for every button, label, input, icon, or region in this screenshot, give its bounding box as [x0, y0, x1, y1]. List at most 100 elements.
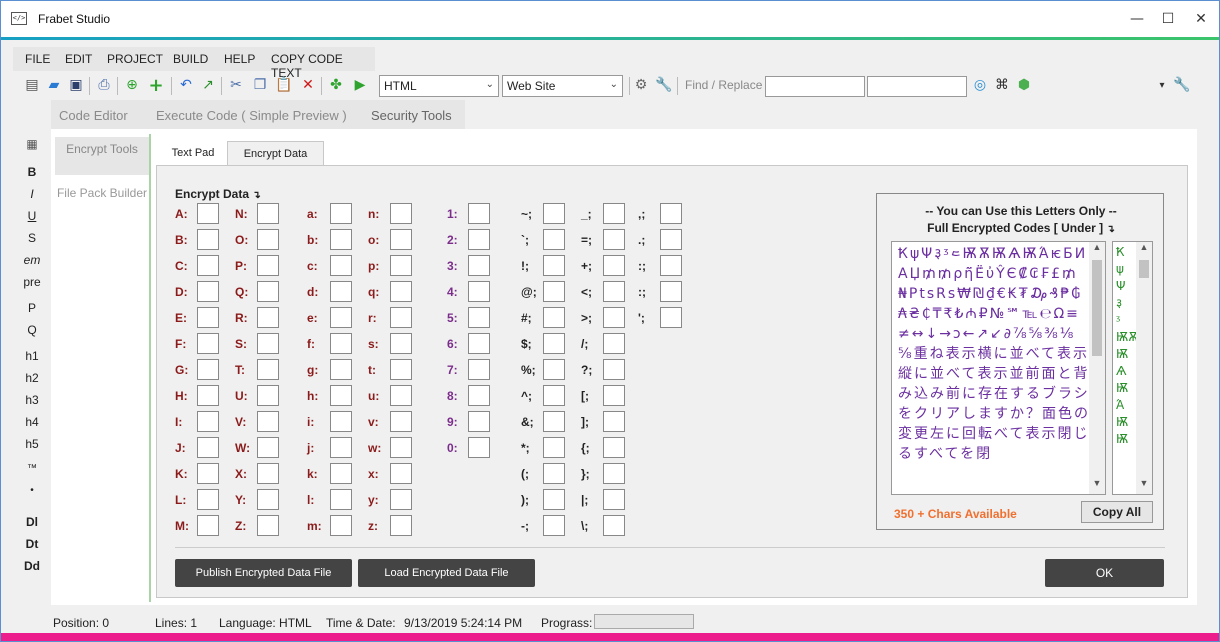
encrypt-input[interactable] — [543, 307, 565, 328]
target-icon[interactable]: ◎ — [971, 76, 989, 94]
open-folder-icon[interactable]: ▰ — [45, 76, 63, 94]
encrypt-input[interactable] — [197, 281, 219, 302]
chars-list[interactable]: Ҟψ Ψ ३ ᶾ ѬѪ Ѭ Ѧ Ѭ Ά Ѭ Ѭ ▲ ▼ — [1112, 241, 1153, 495]
encrypt-input[interactable] — [390, 307, 412, 328]
encrypt-input[interactable] — [543, 515, 565, 536]
encrypt-input[interactable] — [257, 489, 279, 510]
encrypt-input[interactable] — [257, 333, 279, 354]
wrench-icon[interactable]: 🔧 — [655, 76, 673, 94]
encrypt-input[interactable] — [603, 515, 625, 536]
encrypt-input[interactable] — [330, 229, 352, 250]
encrypt-input[interactable] — [468, 385, 490, 406]
encrypted-chars-box[interactable]: ҞψΨ३ᶾ᱄ѬѪѬѦѬΆѥБИАЏ₥₥ρῆ̈Ё̇ὐŶЄ₡₢₣£₥₦PtsRs₩₪… — [891, 241, 1106, 495]
paste-icon[interactable]: 📋 — [275, 76, 293, 94]
encrypt-input[interactable] — [330, 437, 352, 458]
encrypt-input[interactable] — [390, 463, 412, 484]
italic-tool[interactable]: I — [13, 187, 51, 201]
binoculars-icon[interactable]: ⌘ — [993, 76, 1011, 94]
list-item[interactable]: Ѭ — [1113, 346, 1137, 363]
scroll-down-icon[interactable]: ▼ — [1136, 478, 1152, 494]
encrypt-input[interactable] — [468, 333, 490, 354]
encrypt-input[interactable] — [543, 437, 565, 458]
load-button[interactable]: Load Encrypted Data File — [358, 559, 535, 587]
encrypt-input[interactable] — [543, 281, 565, 302]
h2-tool[interactable]: h2 — [13, 371, 51, 385]
encrypt-input[interactable] — [390, 203, 412, 224]
encrypt-input[interactable] — [468, 307, 490, 328]
h5-tool[interactable]: h5 — [13, 437, 51, 451]
trademark-tool[interactable]: ™ — [13, 463, 51, 474]
tab-code-editor[interactable]: Code Editor — [59, 108, 128, 123]
encrypt-input[interactable] — [390, 359, 412, 380]
encrypt-input[interactable] — [660, 307, 682, 328]
list-item[interactable]: Ѧ — [1113, 363, 1137, 380]
cut-icon[interactable]: ✂ — [227, 76, 245, 94]
encrypt-input[interactable] — [330, 359, 352, 380]
encrypt-input[interactable] — [390, 255, 412, 276]
encrypt-input[interactable] — [603, 203, 625, 224]
encrypt-input[interactable] — [390, 229, 412, 250]
em-tool[interactable]: em — [13, 253, 51, 267]
pre-tool[interactable]: pre — [13, 275, 51, 289]
encrypt-input[interactable] — [197, 437, 219, 458]
encrypt-input[interactable] — [543, 411, 565, 432]
find-input[interactable] — [765, 76, 865, 97]
encrypt-input[interactable] — [468, 203, 490, 224]
encrypt-input[interactable] — [390, 437, 412, 458]
delete-icon[interactable]: ✕ — [299, 76, 317, 94]
side-item-file-pack-builder[interactable]: File Pack Builder — [55, 185, 149, 201]
save-icon[interactable]: ▣ — [67, 76, 85, 94]
encrypt-input[interactable] — [660, 255, 682, 276]
tab-execute-code[interactable]: Execute Code ( Simple Preview ) — [156, 108, 347, 123]
new-file-icon[interactable]: ▤ — [23, 76, 41, 94]
tab-security-tools[interactable]: Security Tools — [371, 108, 452, 123]
encrypt-input[interactable] — [390, 281, 412, 302]
list-item[interactable]: Ψ — [1113, 278, 1137, 295]
h4-tool[interactable]: h4 — [13, 415, 51, 429]
encrypt-input[interactable] — [468, 255, 490, 276]
replace-input[interactable] — [867, 76, 967, 97]
settings-wrench-icon[interactable]: 🔧 — [1173, 76, 1191, 94]
encrypt-input[interactable] — [543, 463, 565, 484]
print-icon[interactable]: ⎙ — [95, 76, 113, 94]
encrypt-input[interactable] — [197, 359, 219, 380]
list-item[interactable]: Ѭ — [1113, 431, 1137, 448]
encrypt-input[interactable] — [257, 515, 279, 536]
project-select[interactable]: Web Site ⌄ — [502, 75, 623, 97]
paragraph-tool[interactable]: P — [13, 301, 51, 315]
encrypt-input[interactable] — [543, 203, 565, 224]
list-scrollbar[interactable]: ▲ ▼ — [1136, 242, 1152, 494]
tab-encrypt-data[interactable]: Encrypt Data — [227, 141, 324, 165]
encrypt-input[interactable] — [197, 229, 219, 250]
encrypt-input[interactable] — [468, 229, 490, 250]
encrypt-input[interactable] — [330, 385, 352, 406]
list-item[interactable]: Ѭ — [1113, 380, 1137, 397]
menu-help[interactable]: HELP — [224, 52, 255, 66]
encrypt-input[interactable] — [197, 203, 219, 224]
underline-tool[interactable]: U — [13, 209, 51, 223]
encrypt-input[interactable] — [603, 437, 625, 458]
publish-button[interactable]: Publish Encrypted Data File — [175, 559, 352, 587]
side-item-encrypt-tools[interactable]: Encrypt Tools — [55, 137, 149, 175]
encrypt-input[interactable] — [197, 463, 219, 484]
encrypt-input[interactable] — [543, 333, 565, 354]
menu-build[interactable]: BUILD — [173, 52, 208, 66]
encrypt-input[interactable] — [603, 307, 625, 328]
ok-button[interactable]: OK — [1045, 559, 1164, 587]
encrypt-input[interactable] — [468, 411, 490, 432]
scroll-up-icon[interactable]: ▲ — [1136, 242, 1152, 258]
run-icon[interactable]: ▶ — [351, 76, 369, 94]
list-item[interactable]: Ά — [1113, 397, 1137, 414]
gear-icon[interactable]: ⚙ — [632, 76, 650, 94]
redo-icon[interactable]: ↗ — [199, 76, 217, 94]
scroll-thumb[interactable] — [1092, 260, 1102, 356]
encrypt-input[interactable] — [660, 229, 682, 250]
encrypt-input[interactable] — [390, 489, 412, 510]
list-item[interactable]: ᶾ — [1113, 312, 1137, 329]
encrypt-input[interactable] — [603, 229, 625, 250]
encrypt-input[interactable] — [543, 255, 565, 276]
strike-tool[interactable]: S — [13, 231, 51, 245]
encrypt-input[interactable] — [257, 463, 279, 484]
list-item[interactable]: ३ — [1113, 295, 1137, 312]
list-item[interactable]: Ҟ — [1113, 244, 1137, 261]
